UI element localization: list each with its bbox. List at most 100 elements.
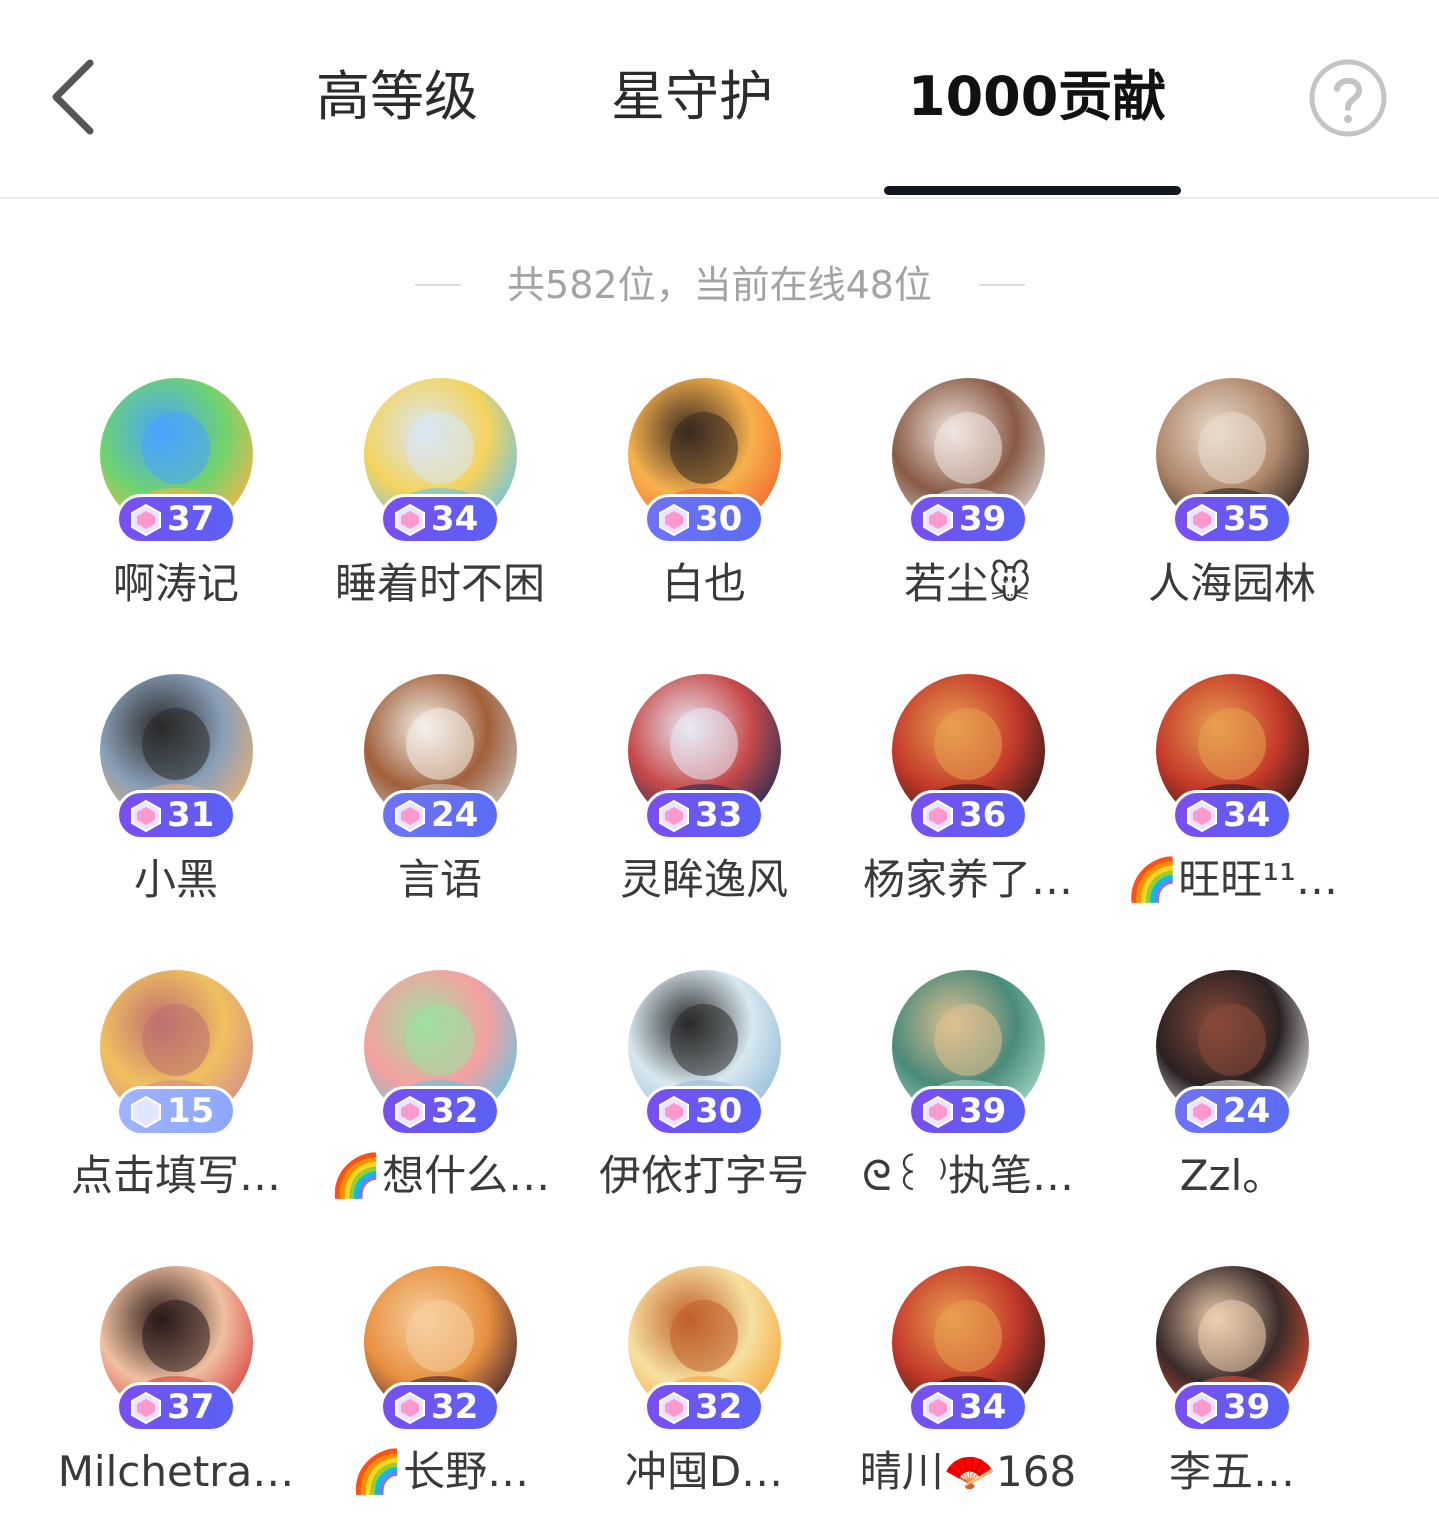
gem-icon — [923, 1391, 953, 1425]
gem-icon — [395, 503, 425, 537]
member-name: 🌈想什么… — [329, 1151, 551, 1200]
question-circle-icon[interactable] — [1307, 57, 1389, 139]
member-name: 小黑 — [133, 855, 218, 904]
level-number: 34 — [959, 1387, 1007, 1427]
member-card[interactable]: 24 言语 — [308, 674, 572, 934]
level-number: 39 — [959, 499, 1007, 539]
gem-icon — [659, 503, 689, 537]
member-name: 晴川🪭168 — [859, 1447, 1077, 1496]
member-card[interactable]: 33 灵眸逸风 — [572, 674, 836, 934]
gem-icon — [1187, 799, 1217, 833]
level-number: 33 — [695, 795, 743, 835]
tab-high-level[interactable]: 高等级 — [316, 62, 478, 132]
summary-divider-right — [979, 284, 1025, 286]
level-badge: 24 — [1172, 1086, 1292, 1136]
active-tab-indicator — [884, 186, 1181, 195]
top-navigation-bar: 高等级 星守护 1000贡献 — [0, 0, 1439, 199]
member-card[interactable]: 32 🌈想什么… — [308, 970, 572, 1230]
gem-icon — [659, 799, 689, 833]
member-card[interactable]: 32 🌈长野… — [308, 1266, 572, 1526]
level-number: 30 — [695, 499, 743, 539]
level-number: 30 — [695, 1091, 743, 1131]
member-name: 伊依打字号 — [598, 1151, 809, 1200]
level-badge: 35 — [1172, 494, 1292, 544]
level-number: 34 — [1223, 795, 1271, 835]
member-card[interactable]: 39 ᘓ꒰ ⁾执笔… — [836, 970, 1100, 1230]
level-number: 31 — [167, 795, 215, 835]
member-card[interactable]: 30 白也 — [572, 378, 836, 638]
level-number: 36 — [959, 795, 1007, 835]
level-badge: 39 — [908, 494, 1028, 544]
gem-icon — [1187, 1095, 1217, 1129]
member-card[interactable]: 30 伊依打字号 — [572, 970, 836, 1230]
member-name: 🌈长野… — [350, 1447, 530, 1496]
member-name: ᘓ꒰ ⁾执笔… — [861, 1151, 1075, 1200]
tab-star-guard[interactable]: 星守护 — [611, 62, 773, 132]
member-name: 睡着时不困 — [334, 559, 545, 608]
level-number: 37 — [167, 1387, 215, 1427]
member-card[interactable]: 35 人海园林 — [1100, 378, 1364, 638]
level-badge: 36 — [908, 790, 1028, 840]
gem-icon — [131, 1391, 161, 1425]
level-badge: 30 — [644, 1086, 764, 1136]
level-badge: 32 — [644, 1382, 764, 1432]
level-badge: 37 — [116, 494, 236, 544]
level-number: 32 — [431, 1091, 479, 1131]
member-name: 若尘🐭 — [904, 559, 1032, 608]
member-card[interactable]: 34 睡着时不困 — [308, 378, 572, 638]
gem-icon — [1187, 503, 1217, 537]
member-card[interactable]: 37 Milchetra… — [44, 1266, 308, 1526]
level-number: 32 — [695, 1387, 743, 1427]
member-name: 言语 — [397, 855, 482, 904]
gem-icon — [395, 799, 425, 833]
gem-icon — [1187, 1391, 1217, 1425]
gem-icon — [923, 503, 953, 537]
chevron-left-icon[interactable] — [40, 55, 110, 140]
member-name: 杨家养了… — [862, 855, 1073, 904]
member-card[interactable]: 15 点击填写… — [44, 970, 308, 1230]
member-card[interactable]: 39 若尘🐭 — [836, 378, 1100, 638]
member-name: 人海园林 — [1147, 559, 1316, 608]
level-badge: 31 — [116, 790, 236, 840]
level-badge: 30 — [644, 494, 764, 544]
gem-icon — [131, 799, 161, 833]
member-name: 🌈旺旺¹¹… — [1126, 855, 1338, 904]
level-number: 39 — [959, 1091, 1007, 1131]
member-name: 冲囤D… — [624, 1447, 784, 1496]
member-card[interactable]: 36 杨家养了… — [836, 674, 1100, 934]
level-badge: 32 — [380, 1086, 500, 1136]
level-badge: 39 — [1172, 1382, 1292, 1432]
member-card[interactable]: 24 Zzl。 — [1100, 970, 1364, 1230]
member-name: 点击填写… — [70, 1151, 281, 1200]
gem-icon — [395, 1391, 425, 1425]
gem-icon — [923, 1095, 953, 1129]
level-badge: 24 — [380, 790, 500, 840]
level-number: 35 — [1223, 499, 1271, 539]
gem-icon — [923, 799, 953, 833]
member-name: 灵眸逸风 — [619, 855, 788, 904]
level-badge: 34 — [380, 494, 500, 544]
gem-icon — [659, 1095, 689, 1129]
member-count-text: 共582位，当前在线48位 — [507, 263, 932, 307]
member-name: Milchetra… — [57, 1447, 295, 1496]
member-card[interactable]: 32 冲囤D… — [572, 1266, 836, 1526]
member-name: 白也 — [661, 559, 746, 608]
tab-contribution[interactable]: 1000贡献 — [908, 62, 1166, 132]
gem-icon — [131, 1095, 161, 1129]
member-name: 李五… — [1168, 1447, 1295, 1496]
level-badge: 37 — [116, 1382, 236, 1432]
level-number: 34 — [431, 499, 479, 539]
level-number: 32 — [431, 1387, 479, 1427]
member-card[interactable]: 37 啊涛记 — [44, 378, 308, 638]
member-name: 啊涛记 — [112, 559, 239, 608]
member-summary: 共582位，当前在线48位 — [0, 258, 1439, 312]
level-badge: 32 — [380, 1382, 500, 1432]
member-card[interactable]: 34 晴川🪭168 — [836, 1266, 1100, 1526]
level-badge: 34 — [1172, 790, 1292, 840]
member-card[interactable]: 34 🌈旺旺¹¹… — [1100, 674, 1364, 934]
level-number: 39 — [1223, 1387, 1271, 1427]
member-name: Zzl。 — [1179, 1151, 1285, 1200]
member-card[interactable]: 31 小黑 — [44, 674, 308, 934]
member-card[interactable]: 39 李五… — [1100, 1266, 1364, 1526]
level-number: 24 — [431, 795, 479, 835]
